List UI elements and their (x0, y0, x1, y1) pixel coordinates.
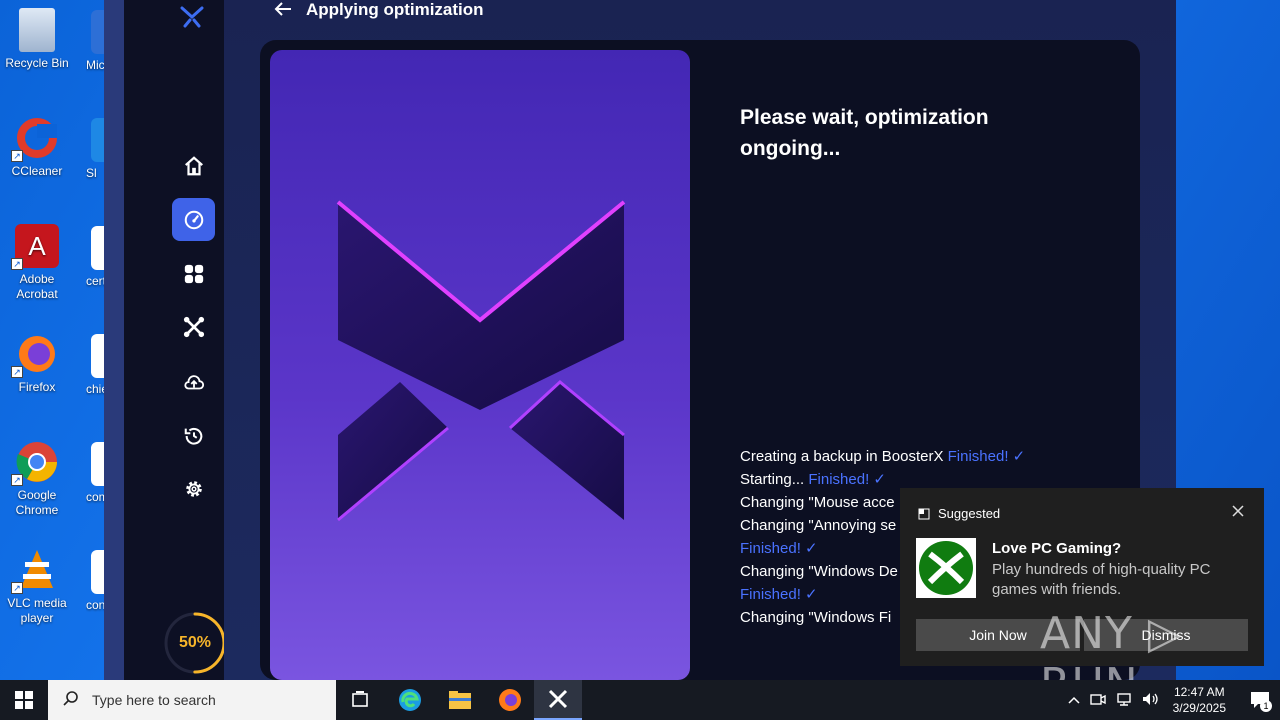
clock[interactable]: 12:47 AM 3/29/2025 (1173, 684, 1226, 716)
sidebar-item-apps[interactable] (172, 252, 215, 295)
start-button[interactable] (0, 680, 48, 720)
boosterx-x-logo-icon (336, 200, 626, 522)
speedometer-icon (184, 210, 203, 229)
acrobat-icon: A ↗ (11, 224, 59, 270)
sidebar-item-history[interactable] (172, 414, 215, 457)
sidebar-item-home[interactable] (172, 144, 215, 187)
system-tray: 12:47 AM 3/29/2025 1 (1063, 680, 1280, 720)
taskbar-boosterx[interactable] (534, 680, 582, 720)
toast-title: Love PC Gaming? (992, 540, 1122, 557)
desktop-icon-vlc[interactable]: ↗ VLC media player (0, 548, 74, 626)
home-icon (184, 155, 203, 175)
taskbar-edge[interactable] (386, 680, 434, 720)
clock-date: 3/29/2025 (1172, 701, 1226, 715)
taskbar: Type here to search 12:47 AM 3/29/2025 1 (0, 680, 1280, 720)
firefox-icon: ↗ (11, 332, 59, 378)
finished-label: Finished! ✓ (947, 448, 1026, 465)
page-title: Applying optimization (306, 0, 484, 19)
progress-percent: 50% (178, 634, 212, 651)
desktop-icon-firefox[interactable]: ↗ Firefox (0, 332, 74, 395)
action-center-button[interactable]: 1 (1240, 680, 1280, 720)
taskbar-search[interactable]: Type here to search (48, 680, 336, 720)
sidebar: 50% (124, 0, 226, 680)
status-title: Please wait, optimization ongoing... (740, 106, 989, 160)
task-view-button[interactable] (336, 680, 384, 720)
toast-header: Suggested (918, 506, 1000, 521)
ccleaner-icon: ↗ (11, 116, 59, 162)
vlc-icon: ↗ (11, 548, 59, 594)
chevron-up-icon[interactable] (1068, 693, 1080, 707)
finished-label: Finished! ✓ (740, 540, 818, 557)
toast-close-button[interactable] (1232, 504, 1244, 522)
back-button[interactable] (274, 1, 292, 20)
search-placeholder: Type here to search (92, 692, 216, 708)
header: Applying optimization (274, 0, 484, 20)
recycle-bin-icon (19, 8, 55, 52)
taskbar-file-explorer[interactable] (436, 680, 484, 720)
log-line: Creating a backup in BoosterX Finished! … (740, 448, 1026, 465)
edge-icon (399, 689, 421, 711)
folder-icon (449, 691, 471, 709)
clock-time: 12:47 AM (1173, 685, 1225, 699)
desktop-icons: Recycle Bin ↗ CCleaner A ↗ Adobe Acrobat … (0, 0, 116, 680)
hero-image (270, 50, 690, 680)
network-icon[interactable] (1116, 692, 1132, 709)
history-icon (184, 427, 202, 445)
xbox-icon (916, 538, 976, 598)
finished-label: Finished! ✓ (808, 471, 886, 488)
taskbar-firefox[interactable] (486, 680, 534, 720)
arrow-left-icon (274, 1, 291, 16)
suggested-icon (918, 508, 930, 519)
finished-label: Finished! ✓ (740, 586, 818, 603)
boosterx-logo-icon (180, 4, 204, 32)
desktop-icon-adobe-acrobat[interactable]: A ↗ Adobe Acrobat (0, 224, 74, 302)
close-icon (1232, 505, 1244, 517)
search-icon (62, 690, 82, 711)
desktop-icon-recycle-bin[interactable]: Recycle Bin (0, 8, 74, 71)
notification-badge: 1 (1260, 700, 1272, 712)
toast-body: Play hundreds of high-quality PC games w… (992, 561, 1211, 598)
gear-icon (185, 480, 202, 497)
desktop-icon-ccleaner[interactable]: ↗ CCleaner (0, 116, 74, 179)
desktop-icon-google-chrome[interactable]: ↗ Google Chrome (0, 440, 74, 518)
boosterx-icon (548, 689, 568, 709)
meet-now-icon[interactable] (1089, 692, 1106, 709)
window-edge (104, 0, 124, 680)
cloud-upload-icon (183, 374, 204, 389)
sidebar-item-tools[interactable] (172, 305, 215, 348)
sidebar-item-optimize[interactable] (172, 198, 215, 241)
sidebar-item-settings[interactable] (172, 467, 215, 510)
grid-icon (184, 264, 203, 283)
task-view-icon (352, 691, 368, 707)
sidebar-item-cloud[interactable] (172, 361, 215, 404)
windows-icon (15, 691, 33, 709)
chrome-icon: ↗ (11, 440, 59, 486)
volume-icon[interactable] (1142, 692, 1160, 709)
firefox-icon (499, 689, 521, 711)
booster-icon (183, 316, 204, 337)
